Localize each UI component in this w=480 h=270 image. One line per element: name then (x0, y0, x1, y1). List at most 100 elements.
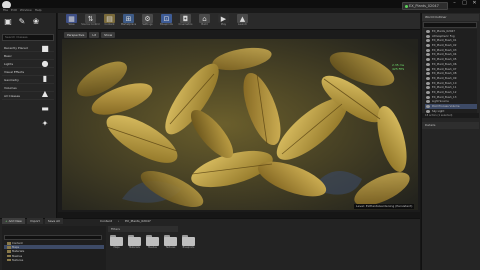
visibility-eye-icon[interactable] (426, 72, 430, 76)
fps-text: 425 FPS (392, 67, 405, 71)
outliner-row-label: EX_Plants_02047 (432, 29, 455, 33)
place-mode-icon[interactable]: ▣ (3, 15, 13, 28)
launch-icon: ▲ (237, 14, 248, 23)
folder-icon (164, 235, 177, 246)
visibility-eye-icon[interactable] (426, 44, 430, 48)
visibility-eye-icon[interactable] (426, 105, 430, 108)
asset-grid: Maps Materials Meshes Textures Blueprint… (110, 235, 195, 250)
maximize-button[interactable]: □ (461, 1, 468, 6)
breadcrumb: Content › EX_Plants_02047 (98, 219, 153, 224)
outliner-list: EX_Plants_02047 Atmospheric Fog EX_Plant… (425, 29, 477, 114)
outliner-row-label: EX_Plant_Bush_06 (432, 61, 457, 66)
settings-icon: ⚙ (142, 14, 153, 23)
visibility-eye-icon[interactable] (426, 62, 430, 66)
launch-button[interactable]: ▲ Launch (234, 14, 251, 28)
minimize-button[interactable]: – (451, 1, 458, 6)
visibility-eye-icon[interactable] (426, 81, 430, 85)
project-tab[interactable]: EX_Plants_02047 (402, 2, 448, 10)
build-button[interactable]: ⌂ Build (196, 14, 213, 28)
mode-tabs: ▣ ✎ ❀ (3, 15, 41, 28)
folder-tile[interactable]: Maps (110, 235, 123, 250)
folder-label: Meshes (148, 246, 157, 249)
tree-item-textures[interactable]: Textures (4, 258, 104, 262)
marketplace-label: Marketplace (120, 23, 137, 26)
visibility-eye-icon[interactable] (426, 48, 430, 52)
build-label: Build (201, 23, 208, 26)
lit-button[interactable]: Lit (89, 32, 100, 38)
outliner-row-label: EX_Plant_Bush_08 (432, 71, 457, 76)
cinematics-button[interactable]: ◘ Cinematics (177, 14, 194, 28)
paint-mode-icon[interactable]: ✎ (17, 15, 27, 28)
visibility-eye-icon[interactable] (426, 90, 430, 94)
foliage-mode-icon[interactable]: ❀ (31, 15, 41, 28)
settings-button[interactable]: ⚙ Settings (139, 14, 156, 28)
visibility-eye-icon[interactable] (426, 86, 430, 90)
visibility-eye-icon[interactable] (426, 76, 430, 80)
main-toolbar: ▦ Save ⇅ Source Control ▤ Content ⊞ Marketpl… (58, 13, 420, 30)
outliner-row-label: EX_Plant_Bush_01 (432, 38, 457, 43)
visibility-eye-icon[interactable] (426, 58, 430, 62)
blueprints-button[interactable]: ⊡ Blueprints (158, 14, 175, 28)
save-all-button[interactable]: Save All (44, 218, 63, 224)
breadcrumb-content[interactable]: Content (98, 219, 114, 224)
visibility-eye-icon[interactable] (426, 39, 430, 43)
outliner-row-label: Atmospheric Fog (432, 33, 455, 38)
add-new-button[interactable]: + Add New (2, 218, 25, 224)
search-classes-input[interactable]: Search Classes (2, 34, 54, 41)
folder-icon (7, 250, 11, 253)
breadcrumb-separator: › (117, 219, 120, 223)
asset-icon-column: ■ ● ▮ ▲ ▬ ✦ (38, 44, 52, 128)
cube-icon[interactable]: ■ (41, 44, 49, 53)
play-button[interactable]: ▶ Play (215, 14, 232, 28)
outliner-row-label: EX_Plant_Bush_02 (432, 43, 457, 48)
visibility-eye-icon[interactable] (426, 30, 430, 33)
folder-icon (146, 235, 159, 246)
import-button[interactable]: Import (26, 218, 43, 224)
folder-label: Materials (129, 246, 140, 249)
show-button[interactable]: Show (101, 32, 116, 38)
launch-label: Launch (237, 23, 248, 26)
level-viewport[interactable] (62, 39, 418, 210)
folder-label: Blueprints (182, 246, 195, 249)
folder-search-input[interactable] (4, 235, 102, 240)
outliner-row-label: EX_Plant_Bush_13 (432, 94, 457, 99)
outliner-search-input[interactable] (423, 22, 477, 28)
outliner-row-label: Post Process Volume (432, 104, 460, 108)
outliner-title[interactable]: World Outliner (422, 14, 479, 21)
plane-icon[interactable]: ▬ (41, 104, 49, 113)
outliner-row-label: EX_Plant_Bush_12 (432, 89, 457, 94)
perspective-button[interactable]: Perspective (64, 32, 88, 38)
outliner-row-label: EX_Plant_Bush_05 (432, 57, 457, 62)
save-icon: ▦ (66, 14, 77, 23)
outliner-row-label: EX_Plant_Bush_03 (432, 47, 457, 52)
folder-tile[interactable]: Materials (128, 235, 141, 250)
visibility-eye-icon[interactable] (426, 100, 430, 104)
viewport-toolbar: Perspective Lit Show (64, 32, 116, 38)
visibility-eye-icon[interactable] (426, 34, 430, 38)
build-icon: ⌂ (199, 14, 210, 23)
breadcrumb-project-folder[interactable]: EX_Plants_02047 (123, 219, 153, 224)
cone-icon[interactable]: ▲ (41, 89, 49, 98)
content-button[interactable]: ▤ Content (101, 14, 118, 28)
light-icon[interactable]: ✦ (41, 119, 49, 128)
save-button[interactable]: ▦ Save (63, 14, 80, 28)
folder-tile[interactable]: Textures (164, 235, 177, 250)
cylinder-icon[interactable]: ▮ (41, 74, 49, 83)
visibility-eye-icon[interactable] (426, 67, 430, 71)
visibility-eye-icon[interactable] (426, 95, 430, 99)
marketplace-button[interactable]: ⊞ Marketplace (120, 14, 137, 28)
outliner-row-label: Light Source (432, 99, 449, 104)
sphere-icon[interactable]: ● (41, 59, 49, 68)
play-icon: ▶ (218, 14, 229, 23)
save-label: Save (68, 23, 75, 26)
filters-button[interactable]: Filters (108, 226, 178, 232)
folder-tile[interactable]: Blueprints (182, 235, 195, 250)
close-button[interactable]: ✕ (471, 1, 478, 6)
details-tab[interactable]: Details (422, 122, 479, 129)
visibility-eye-icon[interactable] (426, 53, 430, 57)
settings-label: Settings (142, 23, 153, 26)
blueprints-label: Blueprints (160, 23, 173, 26)
source-status-icon (405, 5, 408, 8)
folder-tile[interactable]: Meshes (146, 235, 159, 250)
source-control-button[interactable]: ⇅ Source Control (81, 14, 100, 28)
